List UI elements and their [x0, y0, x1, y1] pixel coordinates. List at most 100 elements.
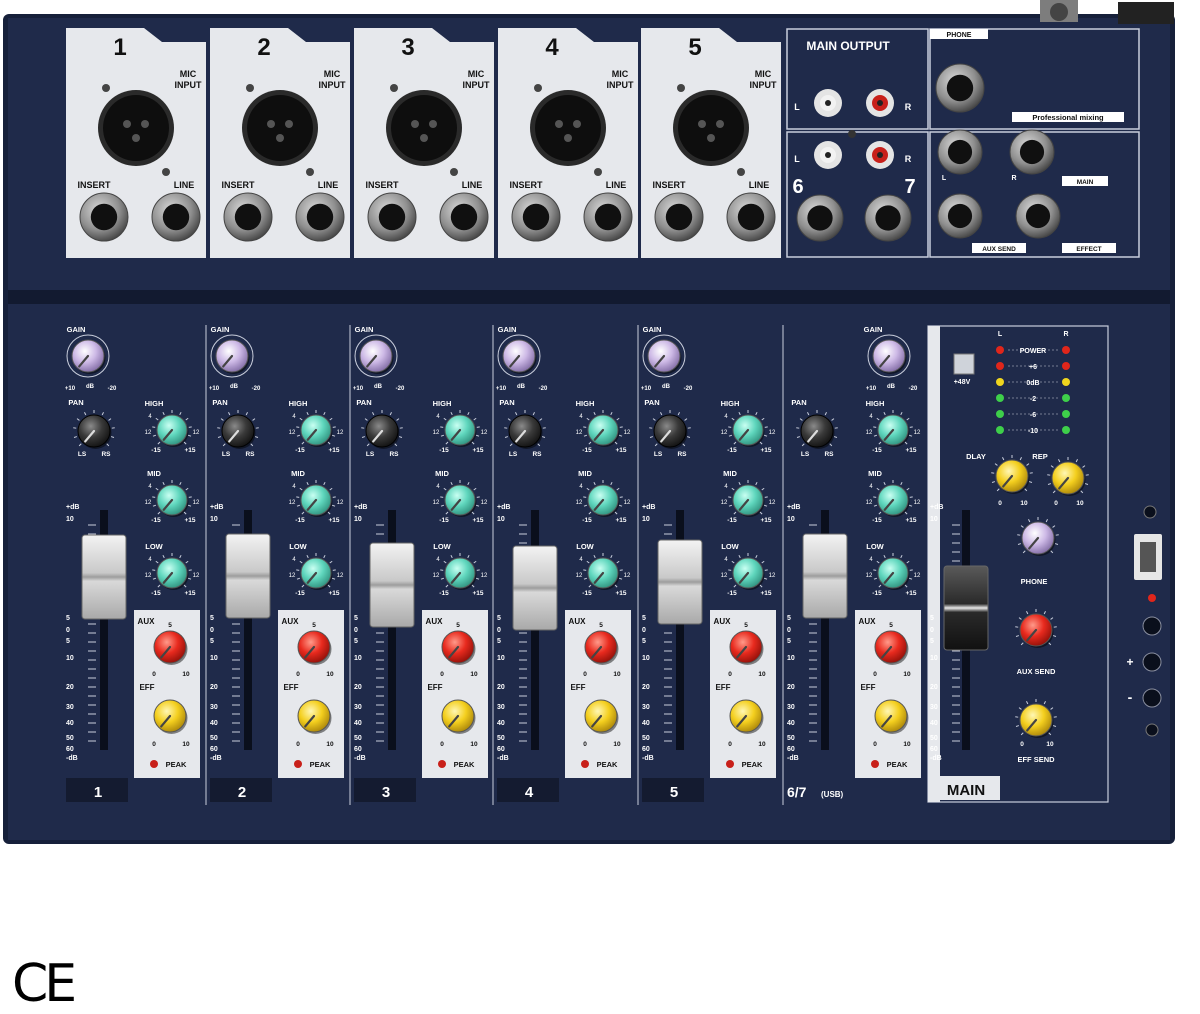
main-output-l-rca-pin [825, 100, 831, 106]
ch5-peak-label: PEAK [742, 760, 763, 769]
line-label: LINE [606, 180, 627, 190]
fader-scale-3: 0 [930, 627, 934, 634]
line-label: LINE [174, 180, 195, 190]
ch67-high-knob-label: HIGH [866, 399, 885, 408]
effect-jack-hole [1026, 204, 1050, 228]
send-scale: 5 [456, 622, 460, 629]
send-scale: 10 [470, 671, 478, 678]
player-icon-2 [1178, 694, 1184, 702]
ch4-high-knob-label: HIGH [576, 399, 595, 408]
fader-scale-2: 5 [930, 615, 934, 622]
ce-mark: CE [12, 958, 73, 1010]
ch2-aux-label: AUX [282, 617, 300, 626]
fader-scale-9: 50 [354, 735, 362, 742]
ch4-gain-label: GAIN [498, 325, 517, 334]
mic-label: MIC [755, 69, 772, 79]
send-scale: 10 [758, 741, 766, 748]
eq-scale: 12 [193, 430, 200, 436]
ch5-aux-label: AUX [714, 617, 732, 626]
xlr-pin [276, 134, 284, 142]
fader-scale-5: 10 [787, 655, 795, 662]
master-fader-cap[interactable] [944, 566, 988, 650]
eq-max: +15 [760, 517, 771, 524]
insert-jack-1-hole [91, 204, 117, 230]
fader-scale-2: 5 [66, 615, 70, 622]
eq-scale: 12 [914, 430, 921, 436]
fader-scale-4: 5 [66, 638, 70, 645]
main-output-r-rca-pin [877, 100, 883, 106]
player-button-2[interactable] [1143, 689, 1161, 707]
meter-led-r-3 [1062, 394, 1070, 402]
send-scale: 10 [758, 671, 766, 678]
ch5-strip-label: 5 [670, 784, 678, 801]
ch6-label: 6 [792, 176, 803, 198]
send-scale: 0 [873, 741, 877, 748]
fader-scale-2: 5 [354, 615, 358, 622]
fader-scale-3: 0 [210, 627, 214, 634]
meter-led-l-2 [996, 378, 1004, 386]
line-jack-2-hole [307, 204, 333, 230]
pan-scale: LS [801, 451, 810, 458]
player-minus-label: - [1128, 689, 1133, 705]
screw [246, 84, 254, 92]
ch5-fader-cap[interactable] [658, 540, 702, 624]
ch4-aux-label: AUX [569, 617, 587, 626]
fader-scale-9: 50 [497, 735, 505, 742]
phantom-button[interactable] [954, 354, 974, 374]
fader-scale-0: +dB [930, 504, 943, 511]
player-button-1[interactable] [1143, 653, 1161, 671]
dlay-label: DLAY [966, 452, 986, 461]
usb-slot [1140, 542, 1156, 572]
fader-scale-4: 5 [210, 638, 214, 645]
fader-scale-3: 0 [642, 627, 646, 634]
ch5-high-knob-label: HIGH [721, 399, 740, 408]
eq-scale: 12 [433, 430, 440, 436]
line-jack-4-hole [595, 204, 621, 230]
xlr-pin [716, 120, 724, 128]
fader-scale-1: 10 [66, 516, 74, 523]
ch1-fader-cap[interactable] [82, 535, 126, 619]
xlr-pin [429, 120, 437, 128]
eq-max: +15 [328, 590, 339, 597]
ch2-peak-label: PEAK [310, 760, 331, 769]
eq-max: +15 [472, 590, 483, 597]
screw [1144, 506, 1156, 518]
ch1-eff-label: EFF [139, 683, 154, 692]
ch3-fader-cap[interactable] [370, 543, 414, 627]
eq-max: +15 [328, 447, 339, 454]
send-scale: 0 [296, 671, 300, 678]
rep-label: REP [1032, 452, 1047, 461]
fader-scale-8: 40 [66, 720, 74, 727]
fader-scale-6: 20 [354, 684, 362, 691]
dlay-scale: 0 [998, 500, 1002, 507]
power-switch[interactable] [1118, 2, 1174, 24]
ch5-pan-label: PAN [644, 398, 659, 407]
panel-bevel [8, 290, 1170, 304]
ch1-mid-knob-label: MID [147, 469, 161, 478]
channel-number-2: 2 [257, 34, 270, 61]
gain-scale: +10 [209, 386, 220, 392]
eq-scale: 12 [145, 573, 152, 579]
phone-volume-label: PHONE [1021, 577, 1048, 586]
fader-scale-10: 60 [66, 746, 74, 753]
ch2-fader-cap[interactable] [226, 534, 270, 618]
ch4-fader-cap[interactable] [513, 546, 557, 630]
player-button-0[interactable] [1143, 617, 1161, 635]
fader-scale-10: 60 [642, 746, 650, 753]
screw [737, 168, 745, 176]
pan-scale: RS [824, 451, 834, 458]
fader-scale-8: 40 [642, 720, 650, 727]
gain-scale: dB [517, 384, 526, 390]
gain-scale: -20 [684, 386, 693, 392]
input-label: INPUT [175, 80, 203, 90]
xlr-pin [132, 134, 140, 142]
fader-scale-0: +dB [497, 504, 510, 511]
gain-scale: +10 [353, 386, 364, 392]
fader-scale-10: 60 [930, 746, 938, 753]
eq-min: -15 [151, 517, 161, 524]
meter-led-r-0 [1062, 346, 1070, 354]
ch67-gain-label: GAIN [864, 325, 883, 334]
ch67-aux-label: AUX [859, 617, 877, 626]
fader-scale-9: 50 [66, 735, 74, 742]
ch67-fader-cap[interactable] [803, 534, 847, 618]
